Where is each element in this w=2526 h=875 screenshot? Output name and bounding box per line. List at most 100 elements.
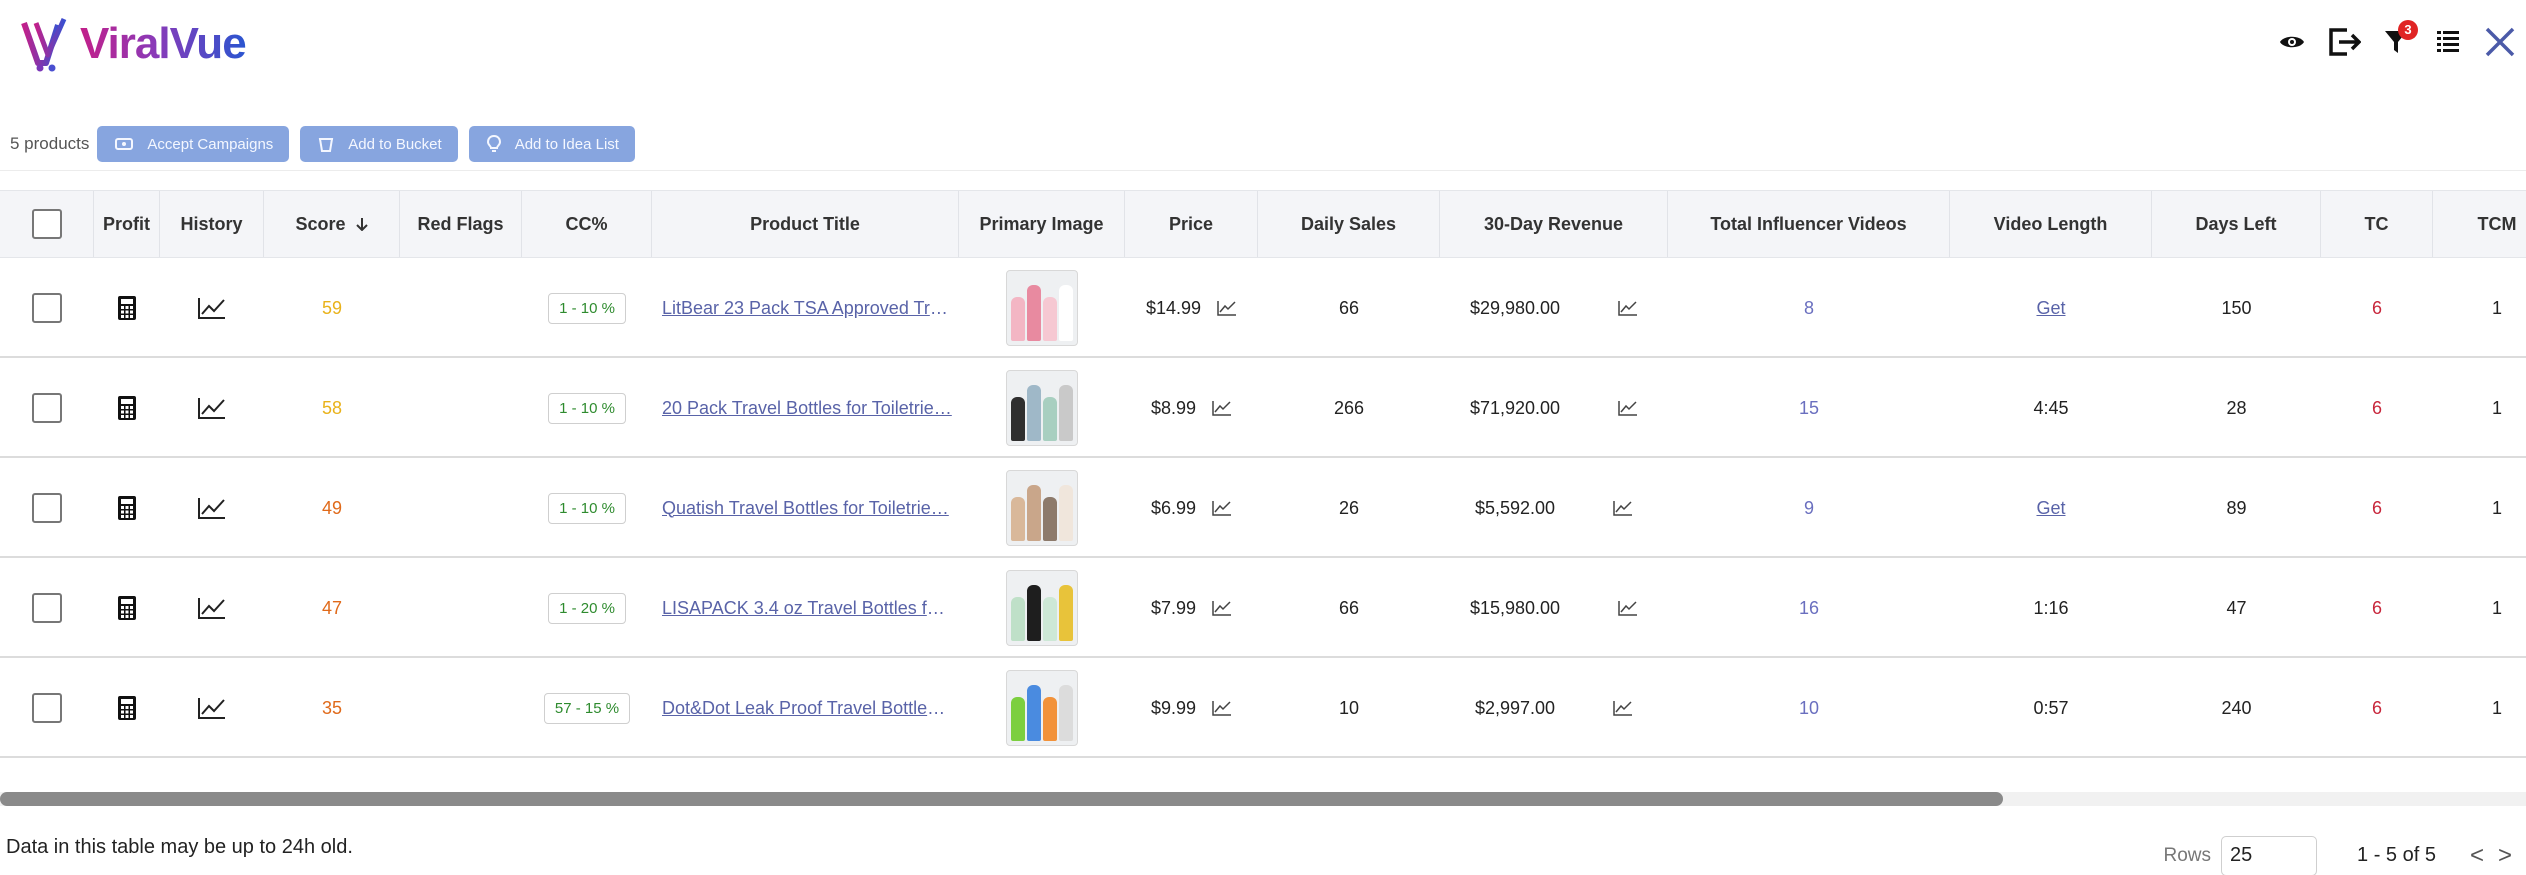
- scrollbar-thumb[interactable]: [0, 792, 2003, 806]
- next-page-button[interactable]: >: [2498, 842, 2512, 870]
- row-checkbox[interactable]: [32, 493, 62, 523]
- header-tcm[interactable]: TCM: [2433, 191, 2526, 257]
- history-cell[interactable]: [160, 658, 264, 758]
- ticket-icon: [115, 138, 134, 150]
- influencer-videos-cell[interactable]: 9: [1668, 458, 1950, 558]
- filter-button[interactable]: 3: [2370, 18, 2422, 66]
- header-tc[interactable]: TC: [2321, 191, 2433, 257]
- brand-logo[interactable]: ViralVue: [20, 14, 247, 74]
- primary-image-cell[interactable]: [959, 658, 1125, 758]
- header-daily-sales[interactable]: Daily Sales: [1258, 191, 1440, 257]
- profit-cell[interactable]: [94, 358, 160, 458]
- columns-button[interactable]: [2422, 18, 2474, 66]
- header-days-left[interactable]: Days Left: [2152, 191, 2321, 257]
- revenue-chart-icon[interactable]: [1613, 700, 1633, 716]
- influencer-videos-cell[interactable]: 16: [1668, 558, 1950, 658]
- revenue-chart-icon[interactable]: [1618, 600, 1638, 616]
- header-score[interactable]: Score: [264, 191, 400, 257]
- price-chart-icon[interactable]: [1212, 400, 1232, 416]
- price-value: $6.99: [1150, 497, 1197, 518]
- add-to-bucket-button[interactable]: Add to Bucket: [300, 126, 458, 162]
- product-title-cell: LISAPACK 3.4 oz Travel Bottles for …: [662, 558, 952, 658]
- row-checkbox[interactable]: [32, 593, 62, 623]
- primary-image-cell[interactable]: [959, 358, 1125, 458]
- price-cell: $9.99: [1125, 658, 1258, 758]
- revenue-chart-icon[interactable]: [1618, 400, 1638, 416]
- row-checkbox[interactable]: [32, 693, 62, 723]
- row-checkbox[interactable]: [32, 293, 62, 323]
- video-length-value[interactable]: Get: [2036, 298, 2065, 319]
- product-thumbnail[interactable]: [1006, 670, 1078, 746]
- product-title-link[interactable]: LISAPACK 3.4 oz Travel Bottles for …: [662, 598, 952, 619]
- row-checkbox[interactable]: [32, 393, 62, 423]
- header-revenue[interactable]: 30-Day Revenue: [1440, 191, 1668, 257]
- product-title-link[interactable]: Quatish Travel Bottles for Toiletrie…: [662, 498, 952, 519]
- calculator-icon: [118, 496, 136, 520]
- daily-sales-value: 26: [1338, 497, 1360, 518]
- header-primary-image[interactable]: Primary Image: [959, 191, 1125, 257]
- price-chart-icon[interactable]: [1212, 600, 1232, 616]
- video-length-value[interactable]: Get: [2036, 498, 2065, 519]
- cc-cell: 1 - 20 %: [522, 558, 652, 658]
- thumbnail-bottle: [1043, 697, 1057, 741]
- product-title-link[interactable]: LitBear 23 Pack TSA Approved Tra…: [662, 298, 952, 319]
- history-cell[interactable]: [160, 458, 264, 558]
- red-flags-cell: [400, 358, 522, 458]
- history-cell[interactable]: [160, 358, 264, 458]
- lightbulb-icon: [486, 135, 501, 152]
- header-history[interactable]: History: [160, 191, 264, 257]
- profit-cell[interactable]: [94, 558, 160, 658]
- export-button[interactable]: [2318, 18, 2370, 66]
- profit-cell[interactable]: [94, 258, 160, 358]
- price-chart-icon[interactable]: [1212, 700, 1232, 716]
- horizontal-scrollbar[interactable]: [0, 792, 2526, 806]
- revenue-chart-icon[interactable]: [1618, 300, 1638, 316]
- product-thumbnail[interactable]: [1006, 470, 1078, 546]
- revenue-chart-icon[interactable]: [1613, 500, 1633, 516]
- influencer-videos-cell[interactable]: 10: [1668, 658, 1950, 758]
- primary-image-cell[interactable]: [959, 558, 1125, 658]
- product-title-cell: LitBear 23 Pack TSA Approved Tra…: [662, 258, 952, 358]
- video-length-value: 0:57: [2033, 697, 2069, 718]
- header-influencer-videos[interactable]: Total Influencer Videos: [1668, 191, 1950, 257]
- accept-campaigns-button[interactable]: Accept Campaigns: [97, 126, 290, 162]
- product-thumbnail[interactable]: [1006, 270, 1078, 346]
- influencer-videos-cell[interactable]: 8: [1668, 258, 1950, 358]
- history-cell[interactable]: [160, 558, 264, 658]
- product-title-link[interactable]: Dot&Dot Leak Proof Travel Bottles…: [662, 698, 952, 719]
- header-cc[interactable]: CC%: [522, 191, 652, 257]
- influencer-videos-cell[interactable]: 15: [1668, 358, 1950, 458]
- line-chart-icon: [198, 398, 225, 419]
- daily-sales-value: 66: [1338, 597, 1360, 618]
- header-profit[interactable]: Profit: [94, 191, 160, 257]
- product-count: 5 products: [10, 134, 90, 153]
- add-to-idea-list-button[interactable]: Add to Idea List: [468, 126, 635, 162]
- visibility-button[interactable]: [2266, 18, 2318, 66]
- product-thumbnail[interactable]: [1006, 370, 1078, 446]
- primary-image-cell[interactable]: [959, 458, 1125, 558]
- calculator-icon: [118, 396, 136, 420]
- header-video-length[interactable]: Video Length: [1950, 191, 2152, 257]
- header-red-flags[interactable]: Red Flags: [400, 191, 522, 257]
- revenue-value: $5,592.00: [1474, 497, 1556, 518]
- row-select-cell: [0, 658, 94, 758]
- product-thumbnail[interactable]: [1006, 570, 1078, 646]
- price-chart-icon[interactable]: [1217, 300, 1237, 316]
- line-chart-icon: [198, 298, 225, 319]
- history-cell[interactable]: [160, 258, 264, 358]
- table-row: 58 1 - 10 % 20 Pack Travel Bottles for T…: [0, 358, 2526, 458]
- rows-per-page-input[interactable]: [2221, 835, 2318, 875]
- price-chart-icon[interactable]: [1212, 500, 1232, 516]
- profit-cell[interactable]: [94, 458, 160, 558]
- select-all-checkbox[interactable]: [31, 209, 62, 239]
- header-product-title[interactable]: Product Title: [652, 191, 959, 257]
- cc-cell: 1 - 10 %: [522, 458, 652, 558]
- product-title-link[interactable]: 20 Pack Travel Bottles for Toiletrie…: [662, 398, 952, 419]
- data-freshness-note: Data in this table may be up to 24h old.: [6, 836, 353, 858]
- prev-page-button[interactable]: <: [2470, 842, 2484, 870]
- header-price[interactable]: Price: [1125, 191, 1258, 257]
- close-button[interactable]: [2474, 18, 2526, 66]
- primary-image-cell[interactable]: [959, 258, 1125, 358]
- profit-cell[interactable]: [94, 658, 160, 758]
- revenue-value: $2,997.00: [1474, 697, 1556, 718]
